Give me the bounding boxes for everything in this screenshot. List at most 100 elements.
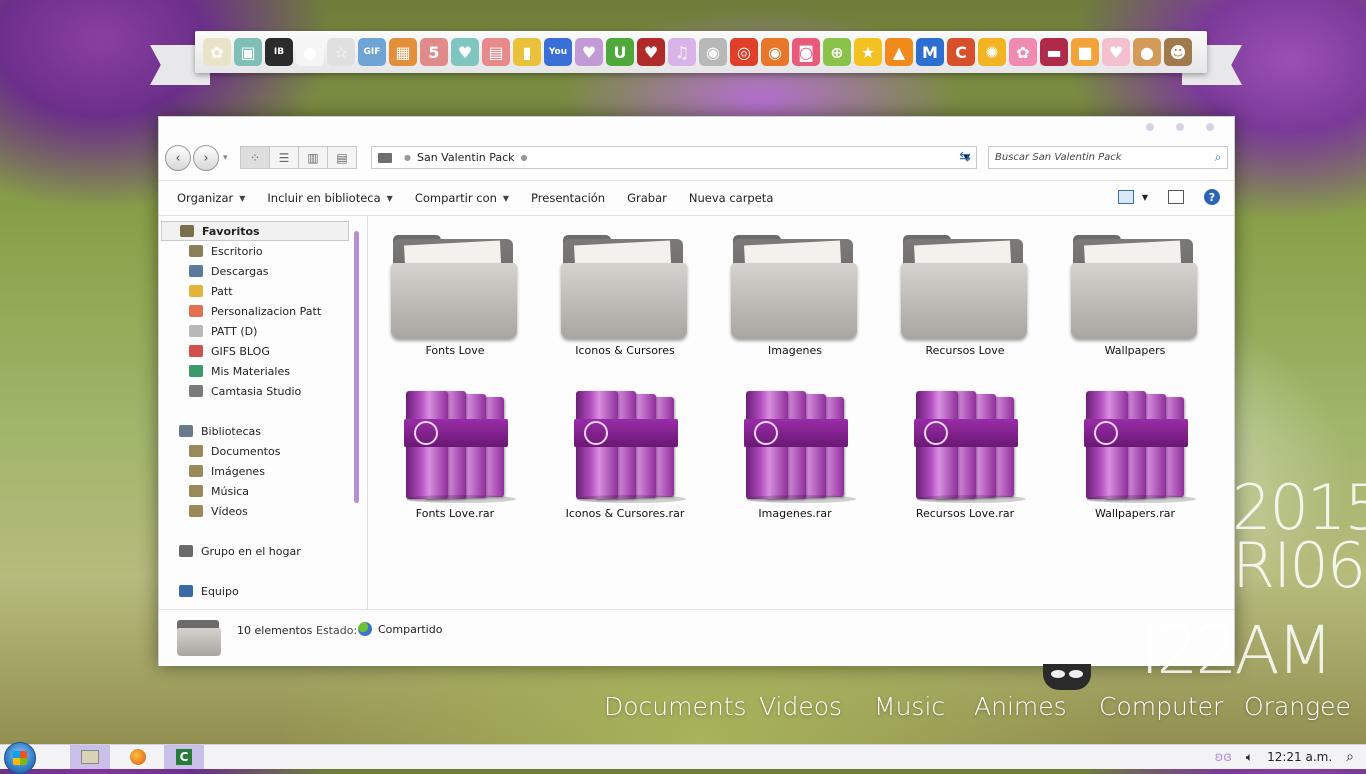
address-bar[interactable]: ● San Valentin Pack ● ▼ [371,146,977,169]
search-box[interactable]: ⌕ [988,146,1228,169]
taskbar-firefox[interactable] [118,745,158,769]
nav-item-patt-d-[interactable]: PATT (D) [189,321,257,341]
breadcrumb-separator[interactable]: ● [521,153,528,162]
search-input[interactable] [989,151,1209,164]
nav-homegroup[interactable]: Grupo en el hogar [179,541,301,561]
nav-item-personalizacion-patt[interactable]: Personalizacion Patt [189,301,321,321]
nav-item-gifs-blog[interactable]: GIFS BLOG [189,341,270,361]
navigation-scrollbar[interactable] [354,231,359,503]
list-view-button[interactable]: ☰ [269,146,299,169]
tiles-view-button[interactable]: ▤ [327,146,357,169]
gift-icon[interactable]: ▤ [482,38,510,66]
nav-item-patt[interactable]: Patt [189,281,233,301]
film-icon[interactable]: ▦ [389,38,417,66]
forward-button[interactable]: › [193,145,219,171]
photo-icon[interactable]: ◙ [792,38,820,66]
candy-icon[interactable]: 5 [420,38,448,66]
butterfly-icon[interactable]: ʚɞ [1215,750,1232,765]
panda-icon[interactable]: ● [296,38,324,66]
command-presentaci-n[interactable]: Presentación [520,191,616,205]
cookie-icon[interactable]: ● [1133,38,1161,66]
box-icon[interactable]: ■ [1071,38,1099,66]
nav-library-item[interactable]: Vídeos [189,501,248,521]
desktop-link-documents[interactable]: Documents [604,692,747,721]
mask-icon[interactable] [1043,664,1091,690]
rar-archive-item[interactable]: Wallpapers.rar [1060,383,1210,520]
mario-star-icon[interactable]: ★ [854,38,882,66]
nav-item-camtasia-studio[interactable]: Camtasia Studio [189,381,301,401]
sun-icon[interactable]: ✺ [978,38,1006,66]
gif-icon[interactable]: GIF [358,38,386,66]
folder-item[interactable]: Iconos & Cursores [550,235,700,357]
desktop-link-animes[interactable]: Animes [974,692,1067,721]
command-organizar[interactable]: Organizar ▼ [159,191,256,205]
bookmark-icon[interactable]: ▮ [513,38,541,66]
command-compartir-con[interactable]: Compartir con ▼ [404,191,520,205]
command-nueva-carpeta[interactable]: Nueva carpeta [678,191,785,205]
nav-item-mis-materiales[interactable]: Mis Materiales [189,361,290,381]
image-icon[interactable]: ▣ [234,38,262,66]
preview-pane-button[interactable] [1168,190,1184,204]
breadcrumb-current[interactable]: San Valentin Pack [417,151,515,164]
taskbar-explorer[interactable] [70,745,110,769]
monkey-icon[interactable]: ☻ [1164,38,1192,66]
nav-library-item[interactable]: Imágenes [189,461,265,481]
ccleaner-icon[interactable]: C [947,38,975,66]
minimize-button[interactable] [1146,123,1154,131]
rar-archive-item[interactable]: Imagenes.rar [720,383,870,520]
desktop-link-videos[interactable]: Videos [759,692,842,721]
nav-library-item[interactable]: Música [189,481,249,501]
search-icon[interactable]: ⌕ [1346,749,1354,765]
nav-library-item[interactable]: Documentos [189,441,280,461]
desktop-link-music[interactable]: Music [874,692,945,721]
heart-red-icon[interactable]: ♥ [637,38,665,66]
search-icon[interactable]: ⌕ [1209,150,1227,165]
back-button[interactable]: ‹ [165,145,191,171]
folder-item[interactable]: Fonts Love [380,235,530,357]
wallet-icon[interactable]: ▬ [1040,38,1068,66]
heart-teal-icon[interactable]: ♥ [451,38,479,66]
folder-item[interactable]: Recursos Love [890,235,1040,357]
folder-item[interactable]: Imagenes [720,235,870,357]
taskbar-camtasia[interactable]: C [164,745,204,769]
firefox-icon[interactable]: ◉ [761,38,789,66]
nav-libraries[interactable]: Bibliotecas [179,421,261,441]
taskbar-clock[interactable]: 12:21 a.m. [1267,750,1332,764]
vlc-icon[interactable]: ▲ [885,38,913,66]
youtube-icon[interactable]: You [544,38,572,66]
rar-archive-item[interactable]: Fonts Love.rar [380,383,530,520]
close-button[interactable] [1206,123,1214,131]
columns-view-button[interactable]: ▥ [298,146,328,169]
pink-flower-icon[interactable]: ✿ [1009,38,1037,66]
camera-icon[interactable]: ◉ [699,38,727,66]
nav-item-escritorio[interactable]: Escritorio [189,241,263,261]
utorrent-icon[interactable]: U [606,38,634,66]
flower-icon[interactable]: ✿ [203,38,231,66]
desktop-link-computer[interactable]: Computer [1099,692,1223,721]
tb-icon[interactable]: IB [265,38,293,66]
chrome-icon[interactable]: ◎ [730,38,758,66]
heart-purple-icon[interactable]: ♥ [575,38,603,66]
music-note-icon[interactable]: ♫ [668,38,696,66]
start-button[interactable] [4,742,36,774]
rar-archive-item[interactable]: Iconos & Cursores.rar [550,383,700,520]
desktop-link-orangee[interactable]: Orangee [1244,692,1351,721]
nav-favorites[interactable]: Favoritos [161,221,349,241]
star-icon[interactable]: ☆ [327,38,355,66]
change-view-button[interactable]: ▼ [1117,190,1148,204]
heart-card-icon[interactable]: ♥ [1102,38,1130,66]
command-incluir-en-biblioteca[interactable]: Incluir en biblioteca ▼ [256,191,403,205]
rar-archive-item[interactable]: Recursos Love.rar [890,383,1040,520]
command-grabar[interactable]: Grabar [616,191,678,205]
malwarebytes-icon[interactable]: M [916,38,944,66]
gamepad-icon[interactable]: ⊕ [823,38,851,66]
icons-view-button[interactable]: ⁘ [240,146,270,169]
refresh-button[interactable]: ⇆ [952,146,978,167]
folder-item[interactable]: Wallpapers [1060,235,1210,357]
help-icon[interactable]: ? [1204,189,1220,205]
maximize-button[interactable] [1176,123,1184,131]
volume-icon[interactable]: 🔈︎ [1246,750,1253,765]
nav-computer[interactable]: Equipo [179,581,239,601]
nav-item-descargas[interactable]: Descargas [189,261,269,281]
recent-pages-dropdown[interactable]: ▾ [223,153,228,163]
